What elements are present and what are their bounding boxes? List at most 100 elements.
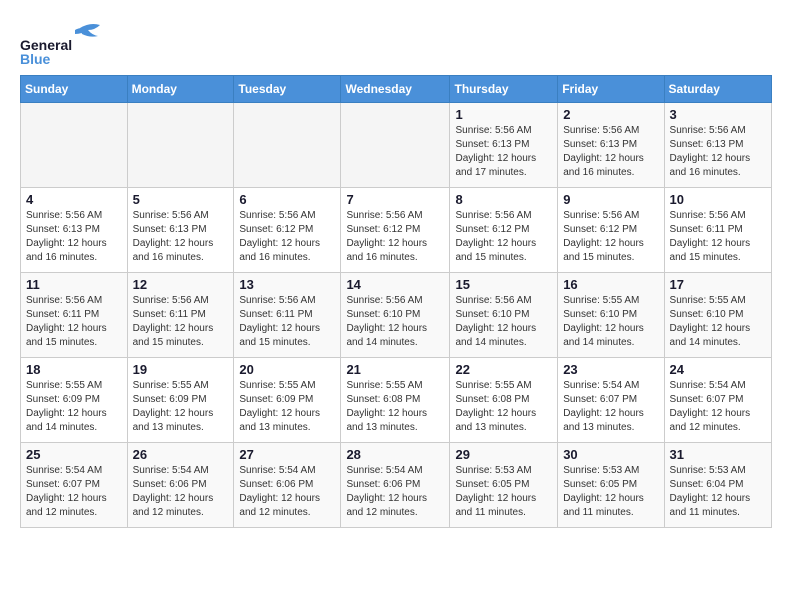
- day-info: Sunrise: 5:53 AM Sunset: 6:05 PM Dayligh…: [455, 464, 552, 520]
- calendar-cell: 23 Sunrise: 5:54 AM Sunset: 6:07 PM Dayli…: [558, 358, 664, 443]
- day-number: 19: [133, 362, 229, 377]
- day-number: 22: [455, 362, 552, 377]
- svg-text:Blue: Blue: [20, 51, 51, 65]
- calendar-cell: 21 Sunrise: 5:55 AM Sunset: 6:08 PM Dayli…: [341, 358, 450, 443]
- weekday-header-monday: Monday: [127, 76, 234, 103]
- weekday-header-saturday: Saturday: [664, 76, 771, 103]
- day-number: 8: [455, 192, 552, 207]
- day-number: 23: [563, 362, 658, 377]
- day-number: 21: [346, 362, 444, 377]
- day-number: 12: [133, 277, 229, 292]
- calendar-cell: 9 Sunrise: 5:56 AM Sunset: 6:12 PM Daylig…: [558, 188, 664, 273]
- day-info: Sunrise: 5:54 AM Sunset: 6:06 PM Dayligh…: [239, 464, 335, 520]
- day-number: 6: [239, 192, 335, 207]
- day-info: Sunrise: 5:56 AM Sunset: 6:11 PM Dayligh…: [133, 294, 229, 350]
- day-info: Sunrise: 5:53 AM Sunset: 6:04 PM Dayligh…: [670, 464, 766, 520]
- day-info: Sunrise: 5:56 AM Sunset: 6:12 PM Dayligh…: [563, 209, 658, 265]
- day-info: Sunrise: 5:55 AM Sunset: 6:10 PM Dayligh…: [563, 294, 658, 350]
- day-info: Sunrise: 5:56 AM Sunset: 6:11 PM Dayligh…: [670, 209, 766, 265]
- weekday-header-tuesday: Tuesday: [234, 76, 341, 103]
- day-number: 28: [346, 447, 444, 462]
- calendar-cell: 29 Sunrise: 5:53 AM Sunset: 6:05 PM Dayli…: [450, 443, 558, 528]
- calendar-cell: 31 Sunrise: 5:53 AM Sunset: 6:04 PM Dayli…: [664, 443, 771, 528]
- day-number: 2: [563, 107, 658, 122]
- calendar-cell: 26 Sunrise: 5:54 AM Sunset: 6:06 PM Dayli…: [127, 443, 234, 528]
- day-info: Sunrise: 5:56 AM Sunset: 6:11 PM Dayligh…: [239, 294, 335, 350]
- calendar-cell: 25Sunrise: 5:54 AM Sunset: 6:07 PM Dayli…: [21, 443, 128, 528]
- calendar-cell: 1Sunrise: 5:56 AM Sunset: 6:13 PM Daylig…: [450, 103, 558, 188]
- calendar-cell: 27 Sunrise: 5:54 AM Sunset: 6:06 PM Dayli…: [234, 443, 341, 528]
- day-number: 5: [133, 192, 229, 207]
- day-number: 18: [26, 362, 122, 377]
- calendar-cell: 16 Sunrise: 5:55 AM Sunset: 6:10 PM Dayli…: [558, 273, 664, 358]
- day-info: Sunrise: 5:55 AM Sunset: 6:08 PM Dayligh…: [455, 379, 552, 435]
- calendar-cell: 10 Sunrise: 5:56 AM Sunset: 6:11 PM Dayli…: [664, 188, 771, 273]
- day-number: 10: [670, 192, 766, 207]
- calendar-cell: 24 Sunrise: 5:54 AM Sunset: 6:07 PM Dayli…: [664, 358, 771, 443]
- day-info: Sunrise: 5:54 AM Sunset: 6:07 PM Dayligh…: [670, 379, 766, 435]
- day-number: 31: [670, 447, 766, 462]
- day-number: 14: [346, 277, 444, 292]
- day-number: 9: [563, 192, 658, 207]
- day-number: 1: [455, 107, 552, 122]
- day-info: Sunrise: 5:54 AM Sunset: 6:07 PM Dayligh…: [26, 464, 122, 520]
- day-info: Sunrise: 5:54 AM Sunset: 6:07 PM Dayligh…: [563, 379, 658, 435]
- weekday-header-sunday: Sunday: [21, 76, 128, 103]
- calendar-cell: [21, 103, 128, 188]
- day-info: Sunrise: 5:56 AM Sunset: 6:11 PM Dayligh…: [26, 294, 122, 350]
- day-number: 13: [239, 277, 335, 292]
- day-number: 17: [670, 277, 766, 292]
- day-info: Sunrise: 5:54 AM Sunset: 6:06 PM Dayligh…: [346, 464, 444, 520]
- day-number: 16: [563, 277, 658, 292]
- calendar-cell: 8 Sunrise: 5:56 AM Sunset: 6:12 PM Daylig…: [450, 188, 558, 273]
- day-info: Sunrise: 5:55 AM Sunset: 6:10 PM Dayligh…: [670, 294, 766, 350]
- calendar-cell: 3 Sunrise: 5:56 AM Sunset: 6:13 PM Daylig…: [664, 103, 771, 188]
- day-number: 3: [670, 107, 766, 122]
- logo: General Blue: [20, 20, 110, 65]
- day-info: Sunrise: 5:56 AM Sunset: 6:12 PM Dayligh…: [239, 209, 335, 265]
- day-info: Sunrise: 5:55 AM Sunset: 6:09 PM Dayligh…: [239, 379, 335, 435]
- day-info: Sunrise: 5:56 AM Sunset: 6:10 PM Dayligh…: [346, 294, 444, 350]
- calendar-table: SundayMondayTuesdayWednesdayThursdayFrid…: [20, 75, 772, 528]
- calendar-cell: 18 Sunrise: 5:55 AM Sunset: 6:09 PM Dayli…: [21, 358, 128, 443]
- day-number: 20: [239, 362, 335, 377]
- calendar-cell: 2 Sunrise: 5:56 AM Sunset: 6:13 PM Daylig…: [558, 103, 664, 188]
- day-info: Sunrise: 5:56 AM Sunset: 6:13 PM Dayligh…: [133, 209, 229, 265]
- calendar-cell: 15 Sunrise: 5:56 AM Sunset: 6:10 PM Dayli…: [450, 273, 558, 358]
- day-number: 26: [133, 447, 229, 462]
- calendar-cell: 11 Sunrise: 5:56 AM Sunset: 6:11 PM Dayli…: [21, 273, 128, 358]
- calendar-cell: 12 Sunrise: 5:56 AM Sunset: 6:11 PM Dayli…: [127, 273, 234, 358]
- weekday-header-wednesday: Wednesday: [341, 76, 450, 103]
- day-number: 4: [26, 192, 122, 207]
- day-number: 29: [455, 447, 552, 462]
- day-info: Sunrise: 5:55 AM Sunset: 6:08 PM Dayligh…: [346, 379, 444, 435]
- day-info: Sunrise: 5:56 AM Sunset: 6:13 PM Dayligh…: [26, 209, 122, 265]
- calendar-cell: 28 Sunrise: 5:54 AM Sunset: 6:06 PM Dayli…: [341, 443, 450, 528]
- day-info: Sunrise: 5:56 AM Sunset: 6:13 PM Dayligh…: [670, 124, 766, 180]
- day-number: 30: [563, 447, 658, 462]
- day-info: Sunrise: 5:56 AM Sunset: 6:10 PM Dayligh…: [455, 294, 552, 350]
- day-info: Sunrise: 5:54 AM Sunset: 6:06 PM Dayligh…: [133, 464, 229, 520]
- calendar-cell: 20 Sunrise: 5:55 AM Sunset: 6:09 PM Dayli…: [234, 358, 341, 443]
- calendar-cell: 4 Sunrise: 5:56 AM Sunset: 6:13 PM Daylig…: [21, 188, 128, 273]
- calendar-cell: [234, 103, 341, 188]
- day-number: 15: [455, 277, 552, 292]
- calendar-cell: [341, 103, 450, 188]
- calendar-cell: 7Sunrise: 5:56 AM Sunset: 6:12 PM Daylig…: [341, 188, 450, 273]
- day-number: 24: [670, 362, 766, 377]
- day-info: Sunrise: 5:55 AM Sunset: 6:09 PM Dayligh…: [133, 379, 229, 435]
- calendar-cell: 22 Sunrise: 5:55 AM Sunset: 6:08 PM Dayli…: [450, 358, 558, 443]
- day-info: Sunrise: 5:56 AM Sunset: 6:12 PM Dayligh…: [346, 209, 444, 265]
- day-info: Sunrise: 5:56 AM Sunset: 6:13 PM Dayligh…: [563, 124, 658, 180]
- calendar-cell: 6 Sunrise: 5:56 AM Sunset: 6:12 PM Daylig…: [234, 188, 341, 273]
- calendar-cell: 13 Sunrise: 5:56 AM Sunset: 6:11 PM Dayli…: [234, 273, 341, 358]
- day-number: 27: [239, 447, 335, 462]
- day-info: Sunrise: 5:55 AM Sunset: 6:09 PM Dayligh…: [26, 379, 122, 435]
- day-number: 11: [26, 277, 122, 292]
- weekday-header-thursday: Thursday: [450, 76, 558, 103]
- day-info: Sunrise: 5:56 AM Sunset: 6:12 PM Dayligh…: [455, 209, 552, 265]
- calendar-cell: 14 Sunrise: 5:56 AM Sunset: 6:10 PM Dayli…: [341, 273, 450, 358]
- calendar-cell: 5 Sunrise: 5:56 AM Sunset: 6:13 PM Daylig…: [127, 188, 234, 273]
- calendar-cell: 30Sunrise: 5:53 AM Sunset: 6:05 PM Dayli…: [558, 443, 664, 528]
- weekday-header-friday: Friday: [558, 76, 664, 103]
